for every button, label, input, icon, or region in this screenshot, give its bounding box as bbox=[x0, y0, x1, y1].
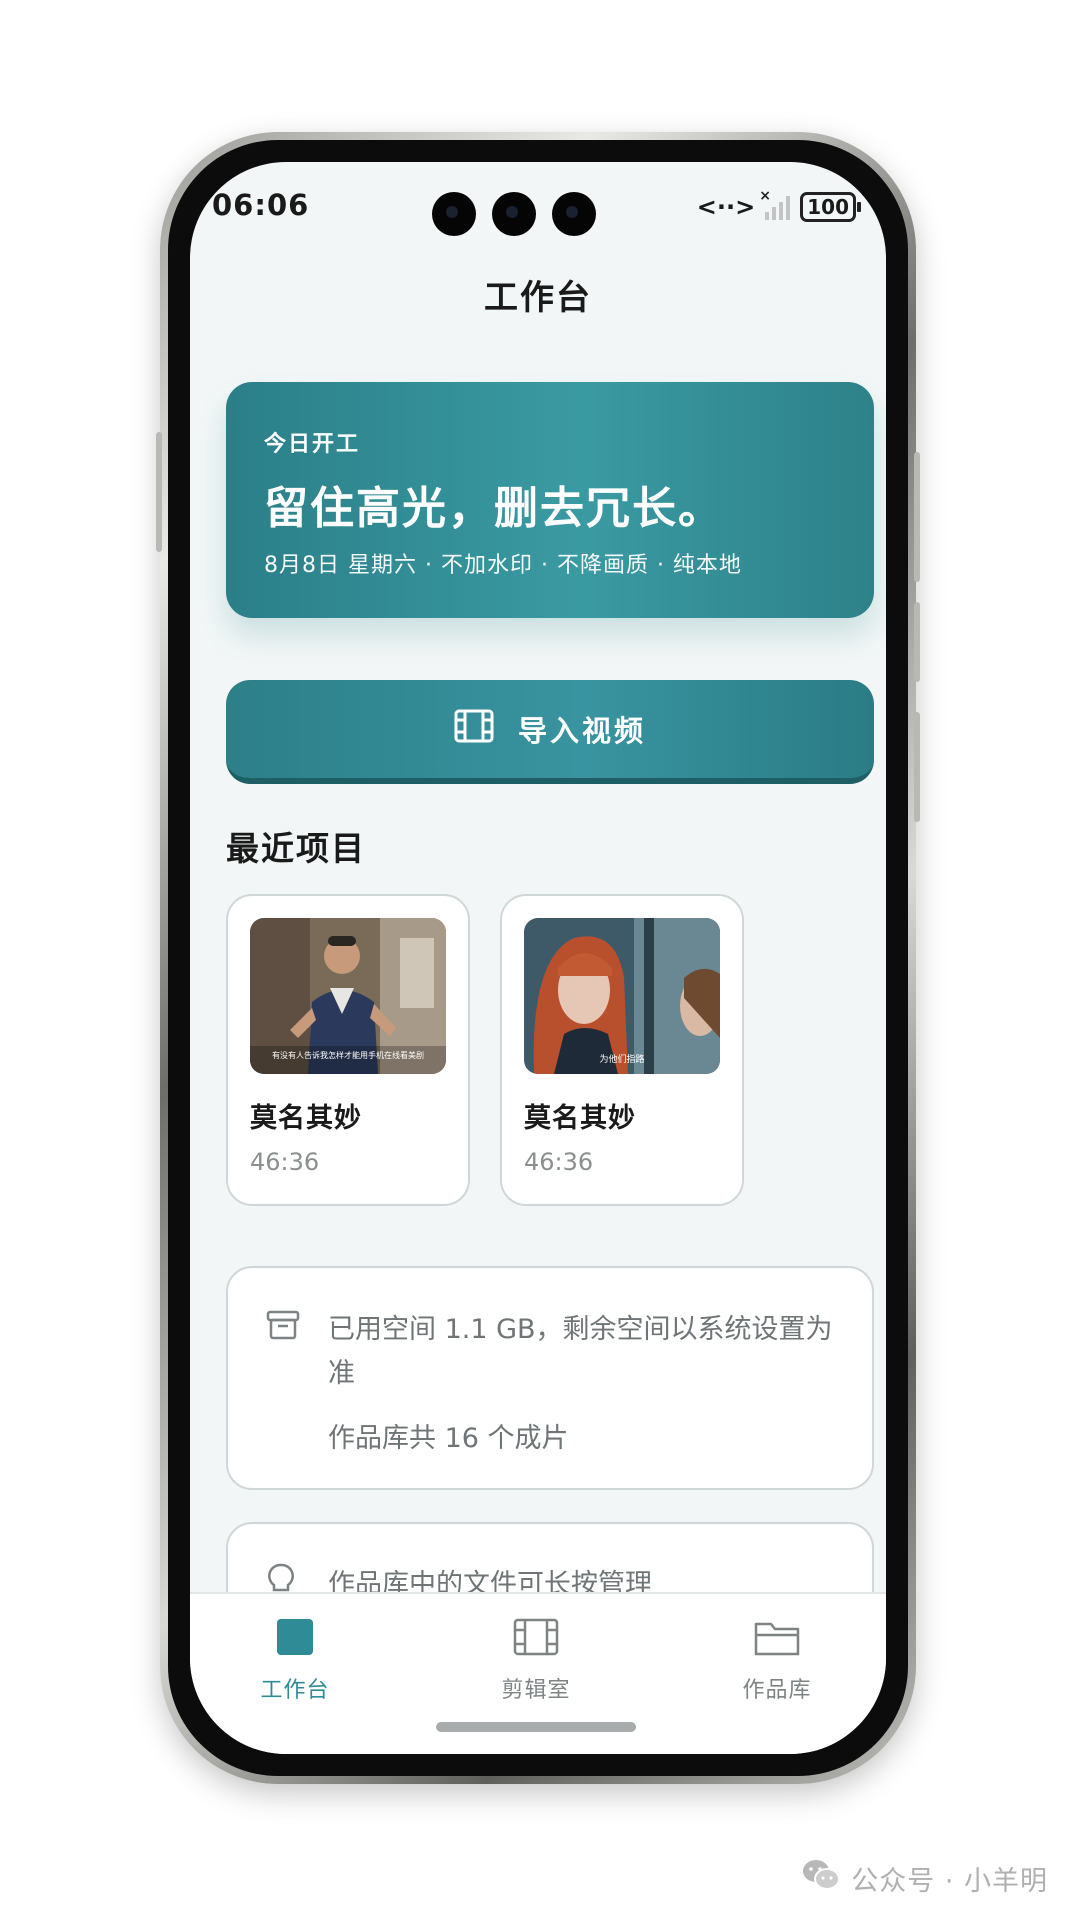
hero-eyebrow: 今日开工 bbox=[264, 432, 361, 457]
watermark-text: 公众号 · 小羊明 bbox=[851, 1866, 1048, 1897]
tab-works-library[interactable]: 作品库 bbox=[687, 1616, 867, 1704]
folder-icon bbox=[753, 1622, 801, 1662]
film-icon bbox=[512, 1618, 560, 1662]
status-time: 06:06 bbox=[212, 188, 310, 222]
recent-projects-title: 最近项目 bbox=[226, 829, 366, 868]
project-name: 莫名其妙 bbox=[250, 1103, 362, 1134]
signal-icon: × bbox=[759, 188, 791, 220]
project-thumbnail: 有没有人告诉我怎样才能用手机在线看美剧 bbox=[250, 918, 446, 1074]
camera-lens bbox=[492, 192, 536, 236]
hero-headline: 留住高光，删去冗长。 bbox=[264, 483, 724, 534]
side-button bbox=[914, 712, 920, 822]
status-icons: <··> × 100 bbox=[696, 188, 861, 222]
tab-workbench[interactable]: 工作台 bbox=[205, 1616, 385, 1704]
project-thumbnail: 为他们指路 bbox=[524, 918, 720, 1074]
side-button bbox=[914, 602, 920, 682]
project-duration: 46:36 bbox=[524, 1148, 594, 1176]
library-count-text: 作品库共 16 个成片 bbox=[328, 1423, 569, 1454]
watermark: 公众号 · 小羊明 bbox=[801, 1858, 1048, 1899]
side-button bbox=[914, 452, 920, 582]
thumbnail-caption: 为他们指路 bbox=[599, 1055, 645, 1065]
film-icon bbox=[454, 709, 494, 750]
workbench-icon bbox=[274, 1619, 316, 1662]
project-name: 莫名其妙 bbox=[524, 1103, 636, 1134]
phone-bezel: 06:06 <··> × 100 工作台 今日开工 留住高光，删去冗长。 8月8… bbox=[168, 140, 908, 1776]
hero-subline: 8月8日 星期六 · 不加水印 · 不降画质 · 纯本地 bbox=[264, 553, 742, 578]
hero-card: 今日开工 留住高光，删去冗长。 8月8日 星期六 · 不加水印 · 不降画质 ·… bbox=[226, 382, 874, 618]
import-video-label: 导入视频 bbox=[517, 714, 646, 748]
tab-label: 工作台 bbox=[260, 1678, 330, 1703]
phone-frame: 06:06 <··> × 100 工作台 今日开工 留住高光，删去冗长。 8月8… bbox=[156, 132, 920, 1784]
volume-button bbox=[156, 432, 162, 552]
thumbnail-caption: 有没有人告诉我怎样才能用手机在线看美剧 bbox=[272, 1051, 424, 1060]
project-duration: 46:36 bbox=[250, 1148, 320, 1176]
import-video-button[interactable]: 导入视频 bbox=[226, 680, 874, 784]
tab-label: 剪辑室 bbox=[501, 1678, 571, 1703]
project-card[interactable]: 有没有人告诉我怎样才能用手机在线看美剧 莫名其妙 46:36 bbox=[226, 894, 470, 1206]
home-indicator[interactable] bbox=[436, 1722, 636, 1732]
tab-label: 作品库 bbox=[742, 1678, 812, 1703]
camera-lens bbox=[552, 192, 596, 236]
app-screen: 06:06 <··> × 100 工作台 今日开工 留住高光，删去冗长。 8月8… bbox=[190, 162, 886, 1754]
storage-info-card: 已用空间 1.1 GB，剩余空间以系统设置为准 作品库共 16 个成片 bbox=[226, 1266, 874, 1490]
battery-icon: 100 bbox=[800, 192, 861, 222]
storage-usage-text: 已用空间 1.1 GB，剩余空间以系统设置为准 bbox=[328, 1314, 833, 1389]
camera-lens bbox=[432, 192, 476, 236]
project-card[interactable]: 为他们指路 莫名其妙 46:36 bbox=[500, 894, 744, 1206]
data-transfer-icon: <··> bbox=[696, 193, 756, 221]
page-title: 工作台 bbox=[484, 278, 592, 318]
tab-editing-room[interactable]: 剪辑室 bbox=[446, 1616, 626, 1704]
wechat-icon bbox=[801, 1858, 841, 1899]
archive-icon bbox=[266, 1310, 300, 1344]
